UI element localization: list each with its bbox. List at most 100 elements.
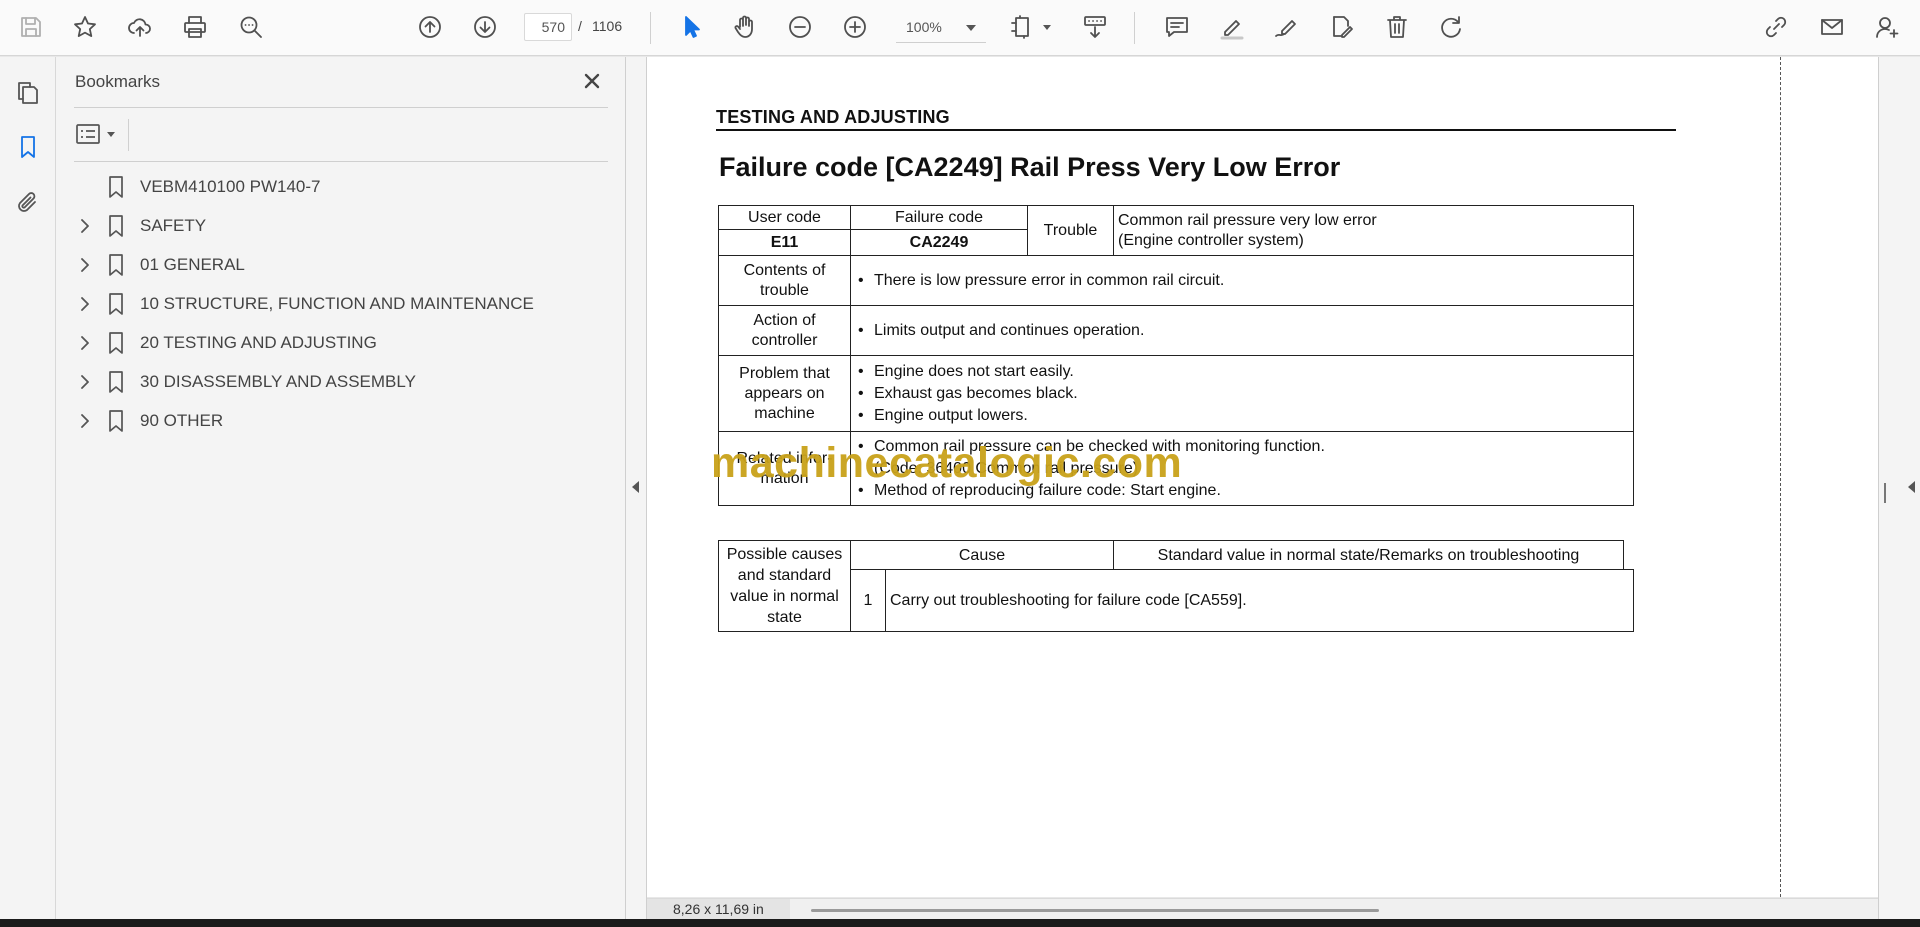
failure-code-header: Failure code (850, 205, 1028, 230)
chevron-down-icon[interactable] (1043, 25, 1051, 30)
cause-number: 1 (850, 569, 886, 632)
document-page: TESTING AND ADJUSTING Failure code [CA22… (647, 57, 1878, 897)
document-viewer[interactable]: TESTING AND ADJUSTING Failure code [CA22… (647, 57, 1878, 907)
page-separator: / (578, 18, 582, 34)
trouble-line: (Engine controller system) (1118, 231, 1304, 249)
bookmark-item[interactable]: 90 OTHER (70, 406, 610, 436)
trouble-description: Common rail pressure very low error (Eng… (1113, 205, 1634, 256)
contents-label: Contents of trouble (718, 255, 851, 306)
next-page-icon[interactable] (468, 10, 502, 44)
list-options-icon (76, 124, 100, 144)
chevron-right-icon[interactable] (74, 410, 96, 432)
zoom-select[interactable]: 100% (896, 13, 986, 43)
chevron-right-icon[interactable] (74, 371, 96, 393)
zoom-out-icon[interactable] (783, 10, 817, 44)
bookmarks-panel-icon[interactable] (10, 129, 46, 165)
chevron-right-icon[interactable] (74, 293, 96, 315)
bookmark-item[interactable]: 01 GENERAL (70, 250, 610, 280)
account-add-icon[interactable] (1870, 10, 1904, 44)
previous-page-icon[interactable] (413, 10, 447, 44)
right-panel-splitter[interactable] (1878, 57, 1920, 919)
label-line: Problem that (739, 364, 830, 382)
bookmark-icon (106, 253, 126, 277)
watermark: machinecatalogic.com (711, 439, 1183, 487)
problem-cell: Engine does not start easily. Exhaust ga… (850, 355, 1634, 432)
causes-table: Possible causes and standard value in no… (718, 540, 1635, 632)
collapse-panel-icon[interactable] (632, 481, 639, 493)
zoom-in-icon[interactable] (838, 10, 872, 44)
chevron-down-icon (966, 25, 976, 31)
toolbar-divider (650, 12, 651, 44)
bookmark-item[interactable]: VEBM410100 PW140-7 (70, 172, 610, 202)
label-line: trouble (760, 281, 809, 299)
bookmark-label: 90 OTHER (140, 411, 224, 430)
label-line: Contents of (743, 261, 826, 279)
horizontal-scrollbar[interactable] (811, 909, 1379, 912)
chevron-right-icon[interactable] (74, 254, 96, 276)
search-zoom-icon[interactable] (234, 10, 268, 44)
highlight-pen-icon[interactable] (1215, 10, 1249, 44)
label-line: value in normal (730, 588, 839, 605)
bookmarks-title: Bookmarks (75, 72, 161, 91)
bullet-item: Exhaust gas becomes black. (856, 383, 1628, 405)
main-toolbar: 570 / 1106 100% (0, 0, 1920, 56)
section-header: TESTING AND ADJUSTING (716, 107, 950, 127)
panel-splitter[interactable] (626, 57, 647, 919)
close-icon[interactable] (578, 67, 606, 95)
bookmark-icon (106, 214, 126, 238)
save-icon[interactable] (14, 10, 48, 44)
redo-icon[interactable] (1434, 10, 1468, 44)
bookmark-item[interactable]: 30 DISASSEMBLY AND ASSEMBLY (70, 367, 610, 397)
label-line: state (767, 609, 802, 626)
attachments-paperclip-icon[interactable] (10, 185, 46, 221)
divider (128, 119, 129, 151)
share-link-icon[interactable] (1759, 10, 1793, 44)
bookmark-item[interactable]: 10 STRUCTURE, FUNCTION AND MAINTENANCE (70, 289, 610, 319)
standard-value-header: Standard value in normal state/Remarks o… (1113, 540, 1624, 570)
resize-handle[interactable] (1884, 483, 1886, 503)
label-line: appears on (744, 384, 825, 402)
bookmark-label: 10 STRUCTURE, FUNCTION AND MAINTENANCE (140, 294, 534, 313)
failure-code-value: CA2249 (850, 229, 1028, 256)
cause-text: Carry out troubleshooting for failure co… (885, 569, 1624, 632)
trouble-line: Common rail pressure very low error (1118, 211, 1377, 229)
bookmark-label: 30 DISASSEMBLY AND ASSEMBLY (140, 372, 416, 391)
expand-panel-icon[interactable] (1908, 481, 1915, 493)
taskbar-edge (0, 919, 1920, 927)
print-icon[interactable] (178, 10, 212, 44)
chevron-right-icon[interactable] (74, 215, 96, 237)
user-code-header: User code (718, 205, 851, 230)
edit-text-icon[interactable] (1325, 10, 1359, 44)
user-code-value: E11 (718, 229, 851, 256)
bookmark-label: 01 GENERAL (140, 255, 245, 274)
page-fit-icon[interactable] (1006, 10, 1040, 44)
comment-icon[interactable] (1160, 10, 1194, 44)
divider (74, 161, 608, 162)
chevron-right-icon[interactable] (74, 332, 96, 354)
draw-pen-icon[interactable] (1270, 10, 1304, 44)
chevron-down-icon (107, 131, 115, 137)
bookmark-star-icon[interactable] (68, 10, 102, 44)
zoom-value: 100% (906, 19, 942, 35)
bookmark-item[interactable]: 20 TESTING AND ADJUSTING (70, 328, 610, 358)
label-line: Action of (753, 311, 816, 329)
scroll-mode-icon[interactable] (1078, 10, 1112, 44)
select-cursor-icon[interactable] (674, 10, 708, 44)
hand-tool-icon[interactable] (728, 10, 762, 44)
bookmark-options-button[interactable] (75, 119, 121, 149)
page-number-input[interactable]: 570 (524, 13, 572, 41)
bookmark-icon (106, 292, 126, 316)
page-boundary-line (1780, 57, 1781, 897)
page-thumbnails-icon[interactable] (10, 75, 46, 111)
bullet-item: Engine does not start easily. (856, 361, 1628, 383)
bullet-item: Engine output lowers. (856, 405, 1628, 427)
label-line: controller (751, 331, 818, 349)
email-icon[interactable] (1815, 10, 1849, 44)
upload-cloud-icon[interactable] (123, 10, 157, 44)
bookmark-label: VEBM410100 PW140-7 (140, 177, 321, 196)
status-bar: 8,26 x 11,69 in (647, 898, 1878, 920)
page-title: Failure code [CA2249] Rail Press Very Lo… (719, 152, 1341, 182)
delete-trash-icon[interactable] (1380, 10, 1414, 44)
bookmark-icon (106, 409, 126, 433)
bookmark-item[interactable]: SAFETY (70, 211, 610, 241)
